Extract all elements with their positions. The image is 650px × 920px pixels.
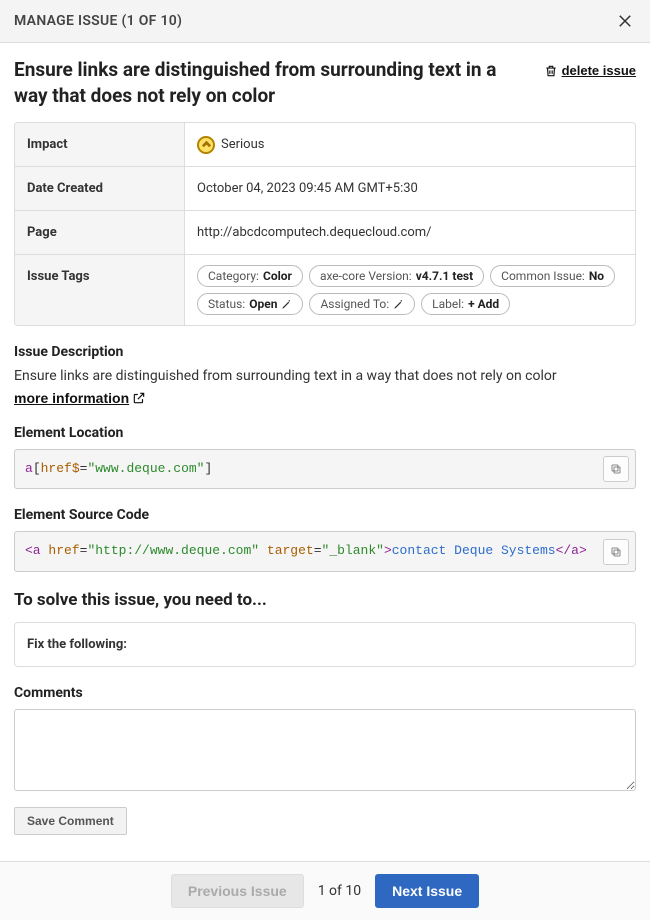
close-icon (616, 12, 634, 30)
issue-tags-label: Issue Tags (15, 255, 185, 325)
dialog-footer: Previous Issue 1 of 10 Next Issue (0, 861, 650, 920)
issue-description-text: Ensure links are distinguished from surr… (14, 368, 636, 384)
comments-heading: Comments (14, 685, 636, 701)
tag-assigned-to[interactable]: Assigned To: (309, 293, 415, 315)
impact-text: Serious (221, 137, 264, 152)
dialog-header: MANAGE ISSUE (1 OF 10) (0, 0, 650, 43)
impact-label: Impact (15, 123, 185, 166)
tag-axecore-version[interactable]: axe-core Version: v4.7.1 test (309, 265, 484, 287)
solve-heading: To solve this issue, you need to... (14, 590, 636, 610)
issue-tags-value: Category: Color axe-core Version: v4.7.1… (185, 255, 635, 325)
comments-section: Comments Save Comment (14, 685, 636, 843)
copy-icon (610, 545, 622, 559)
fix-the-following-box: Fix the following: (14, 622, 636, 667)
dialog-title: MANAGE ISSUE (1 OF 10) (14, 13, 182, 29)
element-source-code: <a href="http://www.deque.com" target="_… (14, 531, 636, 571)
issue-description-heading: Issue Description (14, 344, 636, 360)
save-comment-button[interactable]: Save Comment (14, 807, 127, 835)
copy-source-button[interactable] (603, 539, 629, 565)
element-location-heading: Element Location (14, 425, 636, 441)
element-source-section: Element Source Code <a href="http://www.… (14, 507, 636, 571)
external-link-icon (132, 391, 146, 405)
impact-value: Serious (185, 123, 635, 166)
issue-info-table: Impact Serious Date Created October 04, … (14, 122, 636, 326)
delete-issue-button[interactable]: delete issue (544, 63, 636, 78)
dialog-content: Ensure links are distinguished from surr… (0, 43, 650, 843)
pencil-icon (281, 299, 292, 310)
tag-label-add[interactable]: Label: + Add (421, 293, 510, 315)
element-source-heading: Element Source Code (14, 507, 636, 523)
pencil-icon (393, 299, 404, 310)
previous-issue-button: Previous Issue (171, 874, 304, 908)
element-location-code: a[href$="www.deque.com"] (14, 449, 636, 489)
issue-description-section: Issue Description Ensure links are disti… (14, 344, 636, 407)
copy-location-button[interactable] (603, 456, 629, 482)
serious-icon (197, 136, 215, 154)
comments-textarea[interactable] (14, 709, 636, 791)
trash-icon (544, 64, 558, 78)
delete-issue-label: delete issue (562, 63, 636, 78)
close-button[interactable] (614, 10, 636, 32)
date-created-label: Date Created (15, 167, 185, 210)
more-information-link[interactable]: more information (14, 390, 146, 406)
solve-section: To solve this issue, you need to... Fix … (14, 590, 636, 667)
copy-icon (610, 462, 622, 476)
issue-count: 1 of 10 (318, 883, 361, 899)
page-label: Page (15, 211, 185, 254)
issue-title: Ensure links are distinguished from surr… (14, 57, 532, 108)
tag-category[interactable]: Category: Color (197, 265, 303, 287)
element-location-section: Element Location a[href$="www.deque.com"… (14, 425, 636, 489)
page-value: http://abcdcomputech.dequecloud.com/ (185, 211, 635, 254)
tag-common-issue[interactable]: Common Issue: No (490, 265, 615, 287)
next-issue-button[interactable]: Next Issue (375, 874, 479, 908)
date-created-value: October 04, 2023 09:45 AM GMT+5:30 (185, 167, 635, 210)
tag-status[interactable]: Status: Open (197, 293, 303, 315)
